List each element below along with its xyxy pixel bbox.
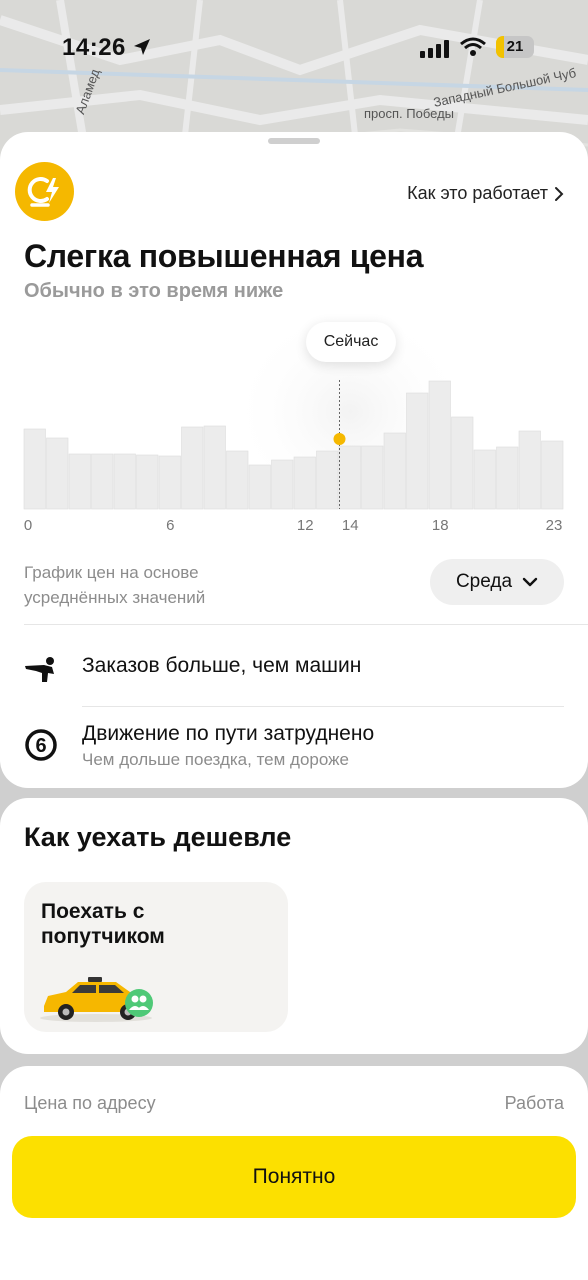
cheaper-title: Как уехать дешевле <box>24 822 292 852</box>
chart-bar <box>451 416 474 510</box>
surge-price-icon <box>15 162 74 221</box>
chart-bar <box>541 440 564 510</box>
passengers-icon <box>125 989 153 1017</box>
chart-bar <box>226 450 249 510</box>
svg-text:6: 6 <box>35 735 46 757</box>
current-time-bubble: Сейчас <box>306 322 396 362</box>
chart-bar <box>136 454 159 510</box>
chevron-down-icon <box>522 577 538 587</box>
divider <box>82 706 564 707</box>
chart-bar <box>158 455 181 510</box>
chart-bar <box>91 453 114 510</box>
chart-bar <box>316 450 339 510</box>
x-tick-label: 23 <box>546 517 563 534</box>
current-price-marker <box>333 433 346 445</box>
x-tick-label: 18 <box>432 517 449 534</box>
day-selector-value: Среда <box>455 571 513 592</box>
chart-bar <box>383 432 406 510</box>
reason-text: Движение по пути затруднено <box>82 722 375 745</box>
chart-bar <box>271 459 294 510</box>
battery-level: 21 <box>506 38 524 55</box>
chart-bar <box>113 453 136 510</box>
x-tick-label: 14 <box>342 517 359 534</box>
address-price-label: Цена по адресу <box>24 1093 156 1113</box>
chart-bar <box>293 456 316 510</box>
price-chart: 0 6 12 14 18 23 <box>23 302 564 534</box>
chart-note: График цен на основе усреднённых значени… <box>24 563 206 607</box>
destination-label[interactable]: Работа <box>505 1093 564 1114</box>
chart-bar <box>361 445 384 510</box>
chart-bar <box>203 425 226 510</box>
chart-bar <box>68 453 91 510</box>
drag-handle[interactable] <box>268 138 320 144</box>
person-hailing-icon <box>25 657 54 682</box>
battery-icon: 21 <box>496 36 534 58</box>
surge-subtitle: Обычно в это время ниже <box>24 280 284 302</box>
footer-sheet: Цена по адресу Работа Понятно <box>0 1066 588 1280</box>
x-tick-label: 0 <box>24 517 32 534</box>
chart-bar <box>248 464 271 510</box>
how-it-works-label: Как это работает <box>407 183 548 203</box>
chart-bar <box>428 380 451 510</box>
reason-row: 6 Движение по пути затруднено Чем дольше… <box>0 716 588 776</box>
cheaper-options-sheet: Как уехать дешевле Поехать с попутчиком <box>0 798 588 1054</box>
cellular-signal-icon <box>420 40 449 58</box>
divider <box>24 624 588 625</box>
chart-bar <box>518 430 541 510</box>
chart-bar <box>23 428 46 510</box>
x-tick-label: 12 <box>297 517 314 534</box>
location-arrow-icon <box>134 39 150 55</box>
wifi-icon <box>460 37 486 56</box>
surge-title: Слегка повышенная цена <box>24 238 424 274</box>
reason-subtext: Чем дольше поездка, тем дороже <box>82 750 349 769</box>
ok-button[interactable]: Понятно <box>12 1136 576 1218</box>
chart-bar <box>46 437 69 510</box>
shared-ride-label: Поехать с попутчиком <box>41 900 165 948</box>
chart-bar <box>338 445 361 510</box>
map-street-label: просп. Победы <box>364 106 455 121</box>
reason-row: Заказов больше, чем машин <box>0 642 588 698</box>
how-it-works-link[interactable]: Как это работает <box>407 183 564 204</box>
chart-bar <box>181 426 204 510</box>
shared-ride-option[interactable]: Поехать с попутчиком <box>24 882 288 1032</box>
surge-info-sheet: Как это работает Слегка повышенная цена … <box>0 132 588 788</box>
reason-text: Заказов больше, чем машин <box>82 654 362 677</box>
chart-bar <box>496 446 519 510</box>
status-time: 14:26 <box>62 34 126 61</box>
status-bar: 14:26 21 <box>0 0 588 95</box>
x-tick-label: 6 <box>166 517 174 534</box>
day-selector[interactable]: Среда <box>430 559 564 605</box>
traffic-level-icon: 6 <box>25 729 57 761</box>
chart-bar <box>406 392 429 510</box>
chart-bar <box>473 449 496 510</box>
chevron-right-icon <box>555 186 564 201</box>
